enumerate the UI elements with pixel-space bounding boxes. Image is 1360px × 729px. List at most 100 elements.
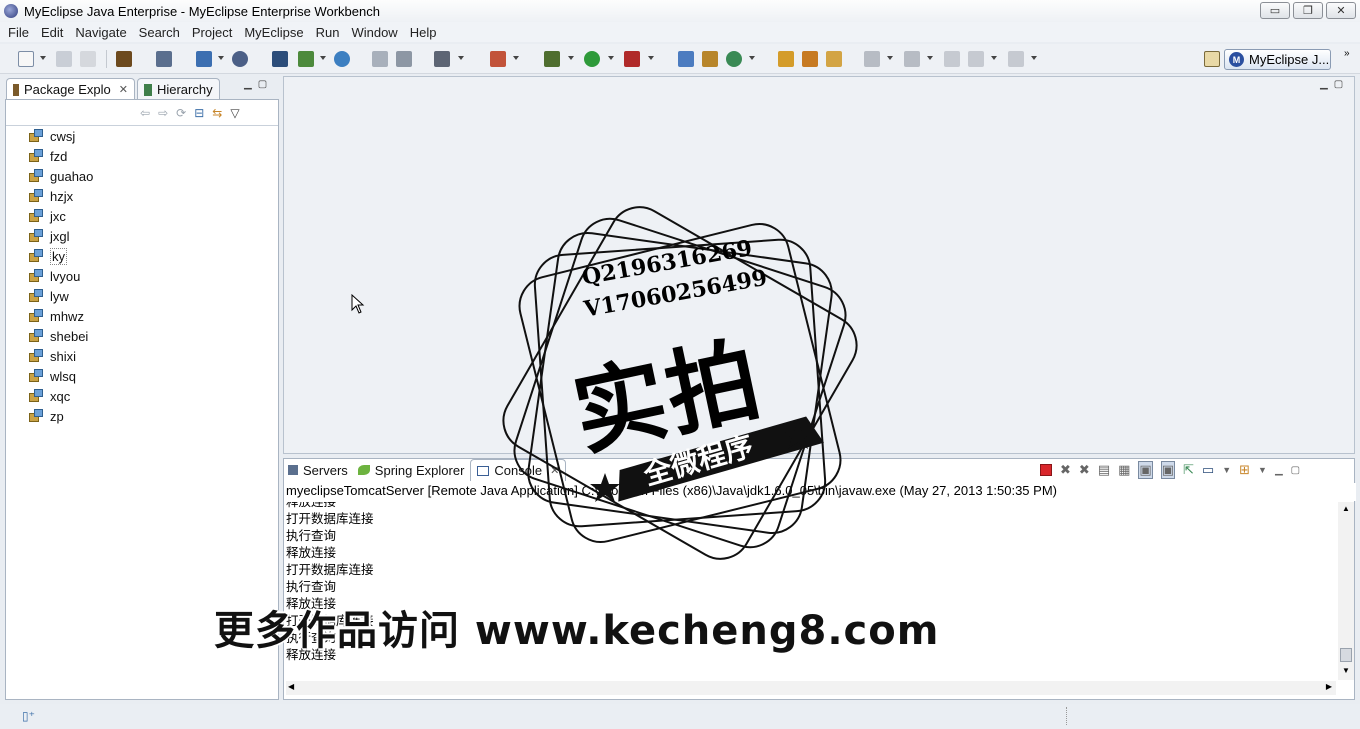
show-stdout-icon[interactable]: ▣ xyxy=(1138,461,1153,479)
debug-icon[interactable] xyxy=(544,51,560,67)
show-stderr-icon[interactable]: ▣ xyxy=(1160,461,1175,479)
tree-item[interactable]: wlsq xyxy=(28,366,93,386)
tab-servers[interactable]: Servers xyxy=(284,459,352,481)
prev-annotation-dropdown-icon[interactable] xyxy=(927,56,933,60)
print-icon[interactable] xyxy=(80,51,96,67)
close-button[interactable]: ✕ xyxy=(1326,2,1356,19)
tree-item-selected[interactable]: ky xyxy=(28,246,93,266)
run-icon[interactable] xyxy=(584,51,600,67)
fast-view-icon[interactable]: ▯⁺ xyxy=(22,709,35,723)
build-dropdown-icon[interactable] xyxy=(218,56,224,60)
up-nav-icon[interactable]: ⟳ xyxy=(176,106,186,120)
scroll-left-icon[interactable]: ◀ xyxy=(288,682,294,691)
back-dropdown-icon[interactable] xyxy=(991,56,997,60)
new-dropdown-icon[interactable] xyxy=(40,56,46,60)
tree-item[interactable]: jxgl xyxy=(28,226,93,246)
open-console-dropdown-icon[interactable]: ▼ xyxy=(1258,465,1267,475)
scroll-down-icon[interactable]: ▼ xyxy=(1342,666,1350,675)
forward-icon[interactable] xyxy=(1008,51,1024,67)
new-icon[interactable] xyxy=(18,51,34,67)
tree-item[interactable]: jxc xyxy=(28,206,93,226)
forward-nav-icon[interactable]: ⇨ xyxy=(158,106,168,120)
menu-navigate[interactable]: Navigate xyxy=(69,25,132,40)
back-nav-icon[interactable]: ⇦ xyxy=(140,106,150,120)
tab-hierarchy[interactable]: Hierarchy xyxy=(136,78,220,100)
next-annotation-icon[interactable] xyxy=(864,51,880,67)
close-icon[interactable]: ✕ xyxy=(119,83,128,96)
toolbar-chevron-icon[interactable]: » xyxy=(1344,49,1354,59)
scroll-thumb[interactable] xyxy=(1340,648,1352,662)
scroll-right-icon[interactable]: ▶ xyxy=(1326,682,1332,691)
maximize-view-icon[interactable]: ▢ xyxy=(258,79,267,90)
minimize-editor-icon[interactable]: ▁ xyxy=(1320,79,1328,90)
plugin-dropdown-icon[interactable] xyxy=(513,56,519,60)
save-icon[interactable] xyxy=(56,51,72,67)
menu-run[interactable]: Run xyxy=(310,25,346,40)
minimize-button[interactable]: ▭ xyxy=(1260,2,1290,19)
menu-search[interactable]: Search xyxy=(133,25,186,40)
menu-project[interactable]: Project xyxy=(186,25,238,40)
display-console-dropdown-icon[interactable]: ▼ xyxy=(1222,465,1231,475)
run-server-dropdown-icon[interactable] xyxy=(320,56,326,60)
tree-item[interactable]: shixi xyxy=(28,346,93,366)
perspective-myeclipse-button[interactable]: M MyEclipse J... xyxy=(1224,49,1331,70)
external-tools-dropdown-icon[interactable] xyxy=(648,56,654,60)
window-dropdown-icon[interactable] xyxy=(458,56,464,60)
scroll-lock-icon[interactable]: ▦ xyxy=(1118,462,1130,478)
tree-item[interactable]: zp xyxy=(28,406,93,426)
menu-myeclipse[interactable]: MyEclipse xyxy=(238,25,309,40)
new-web-dropdown-icon[interactable] xyxy=(749,56,755,60)
tree-item[interactable]: mhwz xyxy=(28,306,93,326)
link-editor-icon[interactable]: ⇆ xyxy=(212,106,222,120)
menu-help[interactable]: Help xyxy=(404,25,443,40)
menu-window[interactable]: Window xyxy=(345,25,403,40)
export-icon[interactable] xyxy=(372,51,388,67)
plugin-icon[interactable] xyxy=(490,51,506,67)
open-type-icon[interactable] xyxy=(778,51,794,67)
new-package-icon[interactable] xyxy=(702,51,718,67)
menu-edit[interactable]: Edit xyxy=(35,25,69,40)
console-vertical-scrollbar[interactable]: ▲ ▼ xyxy=(1338,502,1354,680)
minimize-console-icon[interactable]: ▁ xyxy=(1275,465,1283,476)
clear-console-icon[interactable]: ▤ xyxy=(1098,462,1110,478)
remove-launch-icon[interactable]: ✖ xyxy=(1060,462,1071,478)
new-class-icon[interactable] xyxy=(678,51,694,67)
tree-item[interactable]: guahao xyxy=(28,166,93,186)
server-icon[interactable] xyxy=(156,51,172,67)
scroll-up-icon[interactable]: ▲ xyxy=(1342,504,1350,513)
tree-item[interactable]: shebei xyxy=(28,326,93,346)
tree-item[interactable]: cwsj xyxy=(28,126,93,146)
run-dropdown-icon[interactable] xyxy=(608,56,614,60)
menu-file[interactable]: File xyxy=(2,25,35,40)
open-task-icon[interactable] xyxy=(826,51,842,67)
console-horizontal-scrollbar[interactable]: ◀ ▶ xyxy=(286,681,1336,695)
forward-dropdown-icon[interactable] xyxy=(1031,56,1037,60)
tree-item[interactable]: lvyou xyxy=(28,266,93,286)
build-icon[interactable] xyxy=(196,51,212,67)
terminate-icon[interactable] xyxy=(1040,464,1052,476)
tab-package-explorer[interactable]: Package Explo ✕ xyxy=(6,78,135,100)
collapse-all-icon[interactable]: ⊟ xyxy=(194,106,204,120)
debug-dropdown-icon[interactable] xyxy=(568,56,574,60)
view-menu-icon[interactable]: ▽ xyxy=(230,106,239,120)
next-annotation-dropdown-icon[interactable] xyxy=(887,56,893,60)
display-console-icon[interactable]: ▭ xyxy=(1202,462,1214,478)
pin-console-icon[interactable]: ⇱ xyxy=(1183,462,1194,478)
last-edit-icon[interactable] xyxy=(944,51,960,67)
open-perspective-icon[interactable] xyxy=(1204,51,1220,67)
back-icon[interactable] xyxy=(968,51,984,67)
open-console-icon[interactable]: ⊞ xyxy=(1239,462,1250,478)
maximize-editor-icon[interactable]: ▢ xyxy=(1334,79,1343,90)
remove-all-icon[interactable]: ✖ xyxy=(1079,462,1090,478)
import-icon[interactable] xyxy=(396,51,412,67)
minimize-view-icon[interactable]: ▁ xyxy=(244,79,252,90)
deploy-icon[interactable] xyxy=(272,51,288,67)
tree-item[interactable]: hzjx xyxy=(28,186,93,206)
package-icon[interactable] xyxy=(116,51,132,67)
tree-item[interactable]: lyw xyxy=(28,286,93,306)
external-tools-icon[interactable] xyxy=(624,51,640,67)
search-icon[interactable] xyxy=(232,51,248,67)
tab-spring-explorer[interactable]: Spring Explorer xyxy=(354,459,469,481)
window-icon[interactable] xyxy=(434,51,450,67)
tree-item[interactable]: fzd xyxy=(28,146,93,166)
